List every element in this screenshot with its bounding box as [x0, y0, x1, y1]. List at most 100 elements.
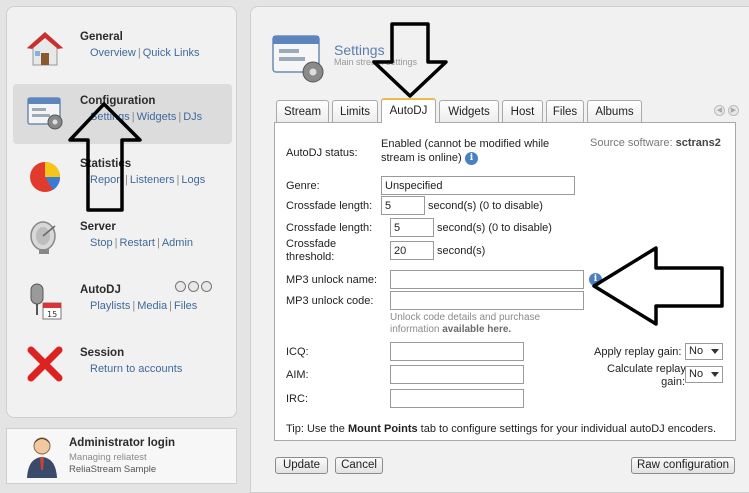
mount-points-tip: Tip: Use the Mount Points tab to configu…: [286, 423, 717, 435]
sidebar-item-title: Session: [80, 347, 125, 359]
house-icon: [26, 32, 64, 66]
aim-label: AIM:: [286, 369, 309, 381]
link-files[interactable]: Files: [174, 300, 197, 312]
update-button[interactable]: Update: [275, 457, 328, 474]
login-managing: Managing reliatest: [69, 452, 147, 463]
crossfade-length2-suffix: second(s) (0 to disable): [437, 222, 552, 234]
sidebar-item-general[interactable]: General Overview | Quick Links: [13, 21, 232, 81]
sidebar-item-configuration[interactable]: Configuration Settings | Widgets | DJs: [13, 84, 232, 144]
crossfade-threshold-label-1: Crossfade: [286, 238, 337, 250]
cancel-button[interactable]: Cancel: [335, 457, 383, 474]
tab-albums[interactable]: Albums: [587, 100, 642, 123]
sidebar-item-links: Return to accounts: [90, 363, 182, 375]
calc-replay-gain-value: No: [689, 368, 704, 380]
crossfade-length-label: Crossfade length:: [286, 200, 373, 212]
mp3-unlock-code-label: MP3 unlock code:: [286, 295, 374, 307]
link-djs[interactable]: DJs: [183, 111, 202, 123]
scroll-right-icon[interactable]: ▶: [728, 105, 739, 116]
calc-replay-gain-select[interactable]: No: [685, 366, 723, 383]
mp3-unlock-info-icon[interactable]: i: [589, 273, 602, 286]
source-software: Source software: sctrans2: [590, 137, 721, 149]
sidebar-item-links: Overview | Quick Links: [90, 47, 200, 59]
sidebar: General Overview | Quick Links Configurati…: [6, 6, 237, 418]
link-widgets[interactable]: Widgets: [137, 111, 177, 123]
chevron-down-icon: [711, 372, 719, 377]
link-stop[interactable]: Stop: [90, 237, 113, 249]
sidebar-item-title: Server: [80, 221, 116, 233]
link-playlists[interactable]: Playlists: [90, 300, 130, 312]
autodj-skip-icon[interactable]: [175, 281, 186, 292]
available-here-link[interactable]: available here.: [442, 324, 511, 335]
settings-header-icon: [272, 35, 324, 83]
crossfade-length2-input[interactable]: [390, 218, 434, 237]
link-overview[interactable]: Overview: [90, 47, 136, 59]
crossfade-threshold-input[interactable]: [390, 241, 434, 260]
autodj-stop-icon[interactable]: [188, 281, 199, 292]
chevron-down-icon: [711, 349, 719, 354]
irc-label: IRC:: [286, 393, 308, 405]
link-admin[interactable]: Admin: [162, 237, 193, 249]
tab-files[interactable]: Files: [546, 100, 584, 123]
page-subtitle: Main stream settings: [334, 57, 418, 67]
sidebar-item-title: Configuration: [80, 95, 156, 107]
apply-replay-gain-select[interactable]: No: [685, 343, 723, 360]
tab-stream[interactable]: Stream: [276, 100, 329, 123]
sidebar-item-session[interactable]: Session Return to accounts: [13, 336, 232, 396]
sidebar-item-title: AutoDJ: [80, 284, 121, 296]
icq-input[interactable]: [390, 342, 524, 361]
tab-host[interactable]: Host: [502, 100, 543, 123]
unlock-hint: Unlock code details and purchase informa…: [390, 312, 540, 336]
unlock-hint-line2: information available here.: [390, 324, 512, 335]
mp3-unlock-code-input[interactable]: [390, 291, 584, 310]
crossfade-threshold-label-2: threshold:: [286, 251, 335, 263]
mp3-unlock-name-input[interactable]: [390, 270, 584, 289]
calc-replay-gain-label-1: Calculate replay: [607, 363, 686, 375]
tab-widgets[interactable]: Widgets: [439, 100, 499, 123]
link-restart[interactable]: Restart: [120, 237, 155, 249]
link-quick-links[interactable]: Quick Links: [143, 47, 200, 59]
source-software-label: Source software:: [590, 137, 673, 149]
mp3-unlock-name-label: MP3 unlock name:: [286, 274, 378, 286]
info-icon[interactable]: i: [465, 152, 478, 165]
source-software-value: sctrans2: [675, 137, 721, 149]
page-title: Settings: [334, 42, 385, 58]
microphone-calendar-icon: 15: [30, 283, 62, 320]
tab-scroll-arrows: ◀ ▶: [711, 103, 739, 116]
link-settings[interactable]: Settings: [90, 111, 130, 123]
autodj-status-line2: stream is online): [381, 152, 462, 164]
link-logs[interactable]: Logs: [181, 174, 205, 186]
link-listeners[interactable]: Listeners: [130, 174, 175, 186]
link-media[interactable]: Media: [137, 300, 167, 312]
autodj-controls: [175, 281, 214, 295]
satellite-dish-icon: [30, 221, 56, 254]
aim-input[interactable]: [390, 365, 524, 384]
icq-label: ICQ:: [286, 346, 309, 358]
autodj-status-label: AutoDJ status:: [286, 147, 358, 159]
crossfade-length2-label: Crossfade length:: [286, 222, 373, 234]
link-report[interactable]: Report: [90, 174, 123, 186]
link-return-to-accounts[interactable]: Return to accounts: [90, 363, 182, 375]
scroll-left-icon[interactable]: ◀: [714, 105, 725, 116]
unlock-hint-line1: Unlock code details and purchase: [390, 312, 541, 323]
sidebar-item-server[interactable]: Server Stop | Restart | Admin: [13, 210, 232, 270]
sidebar-item-links: Stop | Restart | Admin: [90, 237, 194, 249]
raw-configuration-button[interactable]: Raw configuration: [631, 457, 735, 474]
configuration-icon: [27, 97, 63, 130]
tab-autodj[interactable]: AutoDJ: [381, 98, 436, 123]
close-x-icon: [27, 346, 63, 382]
irc-input[interactable]: [390, 389, 524, 408]
pie-chart-icon: [30, 162, 61, 192]
sidebar-item-title: General: [80, 31, 123, 43]
tab-limits[interactable]: Limits: [332, 100, 378, 123]
sidebar-item-autodj[interactable]: 15 AutoDJ Playlists | Media | Files: [13, 273, 232, 333]
user-avatar-icon: [27, 437, 57, 478]
autodj-pause-icon[interactable]: [201, 281, 212, 292]
crossfade-length-input[interactable]: [381, 196, 425, 215]
crossfade-length-suffix: second(s) (0 to disable): [428, 200, 543, 212]
svg-text:15: 15: [47, 310, 57, 319]
sidebar-item-links: Report | Listeners | Logs: [90, 174, 206, 186]
sidebar-item-statistics[interactable]: Statistics Report | Listeners | Logs: [13, 147, 232, 207]
login-box: Administrator login Managing reliatest R…: [6, 428, 237, 484]
genre-input[interactable]: [381, 176, 575, 195]
apply-replay-gain-label: Apply replay gain:: [594, 346, 682, 358]
